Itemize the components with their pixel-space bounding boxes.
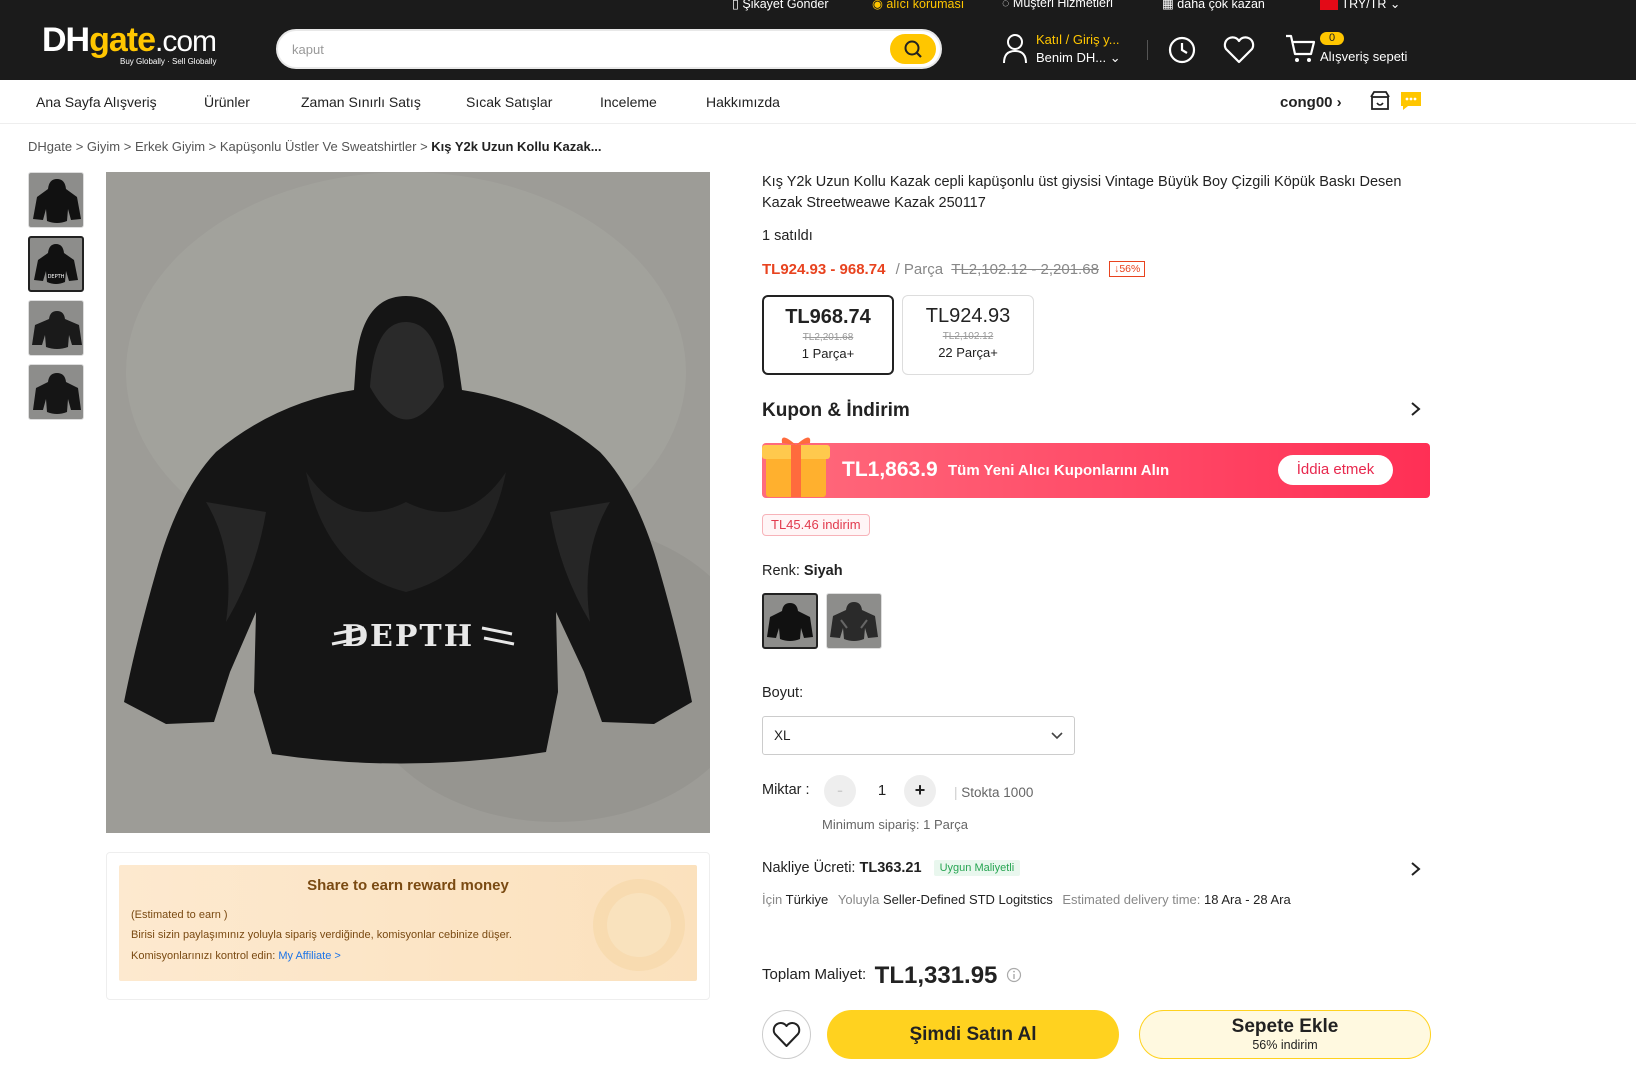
hoodie-thumbnail-image [33,179,81,223]
breadcrumb-link[interactable]: Giyim [87,139,120,154]
nav-item-flash-sale[interactable]: Zaman Sınırlı Satış [301,94,421,110]
nav-item-about[interactable]: Hakkımızda [706,94,780,110]
thumbnail-print: DEPTH [48,274,65,280]
size-label: Boyut: [762,685,804,701]
header-divider [1147,40,1148,60]
quantity-increase-button[interactable]: + [904,775,936,807]
color-swatch[interactable] [826,593,882,649]
claim-coupon-button[interactable]: İddia etmek [1278,455,1393,485]
hoodie-thumbnail-image: DEPTH [34,244,78,284]
breadcrumb-link[interactable]: DHgate [28,139,72,154]
wishlist-heart-icon[interactable] [1222,35,1256,65]
add-to-cart-button[interactable]: Sepete Ekle 56% indirim [1139,1010,1431,1059]
complaint-link[interactable]: ▯ Şikayet Gönder [732,0,829,11]
chevron-down-icon [1051,732,1063,740]
cart-icon [1286,34,1316,62]
shipping-method[interactable]: Seller-Defined STD Logitstics [883,892,1053,907]
breadcrumb-link[interactable]: Kapüşonlu Üstler Ve Sweatshirtler [220,139,417,154]
main-nav: Ana Sayfa Alışveriş Ürünler Zaman Sınırl… [0,80,1636,124]
cart-button[interactable]: 0 Alışveriş sepeti [1284,32,1407,67]
quantity-decrease-button[interactable]: - [824,775,856,807]
sold-count: 1 satıldı [762,228,813,244]
product-thumbnail[interactable] [28,364,84,420]
color-label-row: Renk: Siyah [762,563,843,579]
price-row: TL924.93 - 968.74 / Parça TL2,102.12 - 2… [762,261,1146,278]
discount-badge: ↓56% [1109,261,1146,277]
stock-count: | Stokta 1000 [954,785,1034,800]
chevron-right-icon[interactable] [1409,861,1423,877]
size-select[interactable]: XL [762,716,1075,755]
shipping-price: TL363.21 [859,860,922,876]
cost-effective-badge: Uygun Maliyetli [933,860,1021,876]
locale-selector[interactable]: TRY/TR ⌄ [1320,0,1400,11]
turkey-flag-icon [1320,0,1338,10]
breadcrumb-current: Kış Y2k Uzun Kollu Kazak... [431,139,602,154]
shipping-details: İçin Türkiye Yoluyla Seller-Defined STD … [762,892,1291,907]
user-icon [1003,34,1027,64]
account-label: Benim DH... ⌄ [1036,50,1121,65]
favorite-button[interactable] [762,1010,811,1059]
coupon-banner[interactable]: TL1,863.9 Tüm Yeni Alıcı Kuponlarını Alı… [762,437,1430,498]
hoodie-thumbnail-image [32,311,82,349]
share-earn-banner: Share to earn reward money (Estimated to… [119,865,697,981]
total-cost-row: Toplam Maliyet: TL1,331.95 [762,962,1022,990]
grey-hoodie-swatch-image [830,602,878,641]
nav-item-products[interactable]: Ürünler [204,94,250,110]
search-bar [276,29,942,69]
product-thumbnail-selected[interactable]: DEPTH [28,236,84,292]
product-thumbnail[interactable] [28,172,84,228]
share-earn-panel: Share to earn reward money (Estimated to… [106,852,710,1000]
color-swatch-selected[interactable] [762,593,818,649]
shipping-country[interactable]: Türkiye [786,892,829,907]
coupon-heading[interactable]: Kupon & İndirim [762,400,910,422]
nav-item-reviews[interactable]: Inceleme [600,94,657,110]
original-price-range: TL2,102.12 - 2,201.68 [951,261,1099,278]
earn-more-link[interactable]: ▦ daha çok kazan [1162,0,1265,11]
coupon-amount: TL1,863.9 [842,458,938,481]
breadcrumb: DHgate > Giyim > Erkek Giyim > Kapüşonlu… [28,139,602,154]
top-header: ▯ Şikayet Gönder ◉ alıcı koruması ◌ Müşt… [0,0,1636,80]
quantity-value[interactable]: 1 [868,782,896,799]
product-thumbnail[interactable] [28,300,84,356]
price-tier-option[interactable]: TL968.74 TL2,201.68 1 Parça+ [762,295,894,375]
info-icon[interactable] [1006,967,1022,983]
store-name-link[interactable]: cong00 › [1280,94,1342,111]
buyer-protection-link[interactable]: ◉ alıcı koruması [872,0,964,11]
search-button[interactable] [890,34,936,64]
discount-pill: TL45.46 indirim [762,514,870,536]
search-input[interactable] [292,39,872,59]
nav-item-hot-sales[interactable]: Sıcak Satışlar [466,94,552,110]
cart-count-badge: 0 [1320,32,1344,45]
my-affiliate-link[interactable]: My Affiliate > [278,950,340,962]
black-hoodie-swatch-image [767,603,813,641]
chevron-right-icon[interactable] [1409,401,1423,417]
store-icon[interactable] [1369,90,1391,112]
customer-service-link[interactable]: ◌ Müşteri Hizmetleri [1002,0,1113,10]
minimum-order: Minimum sipariş: 1 Parça [822,817,968,832]
total-cost-value: TL1,331.95 [874,962,998,989]
main-product-image[interactable]: DEPTH [106,172,710,833]
quantity-label: Miktar : [762,782,810,798]
heart-icon [772,1022,801,1047]
hoodie-thumbnail-image [33,373,81,414]
buy-now-button[interactable]: Şimdi Satın Al [827,1010,1119,1059]
price-range: TL924.93 - 968.74 [762,261,886,278]
coupon-text: Tüm Yeni Alıcı Kuponlarını Alın [948,462,1170,479]
hoodie-photo: DEPTH [106,172,710,833]
utility-bar: ▯ Şikayet Gönder ◉ alıcı koruması ◌ Müşt… [0,0,1636,14]
price-tier-option[interactable]: TL924.93 TL2,102.12 22 Parça+ [902,295,1034,375]
history-icon[interactable] [1166,34,1198,66]
gift-box-icon [762,437,830,497]
coin-decoration-icon [593,879,685,971]
shipping-row: Nakliye Ücreti: TL363.21 Uygun Maliyetli [762,860,1021,876]
hoodie-print-text: DEPTH [342,619,474,654]
product-title: Kış Y2k Uzun Kollu Kazak cepli kapüşonlu… [762,174,1402,211]
search-icon [904,40,922,58]
chat-icon[interactable] [1400,90,1422,112]
dhgate-logo[interactable]: DHgate.com Buy Globally · Sell Globally [42,23,222,69]
nav-item-home[interactable]: Ana Sayfa Alışveriş [36,94,157,110]
breadcrumb-link[interactable]: Erkek Giyim [135,139,205,154]
